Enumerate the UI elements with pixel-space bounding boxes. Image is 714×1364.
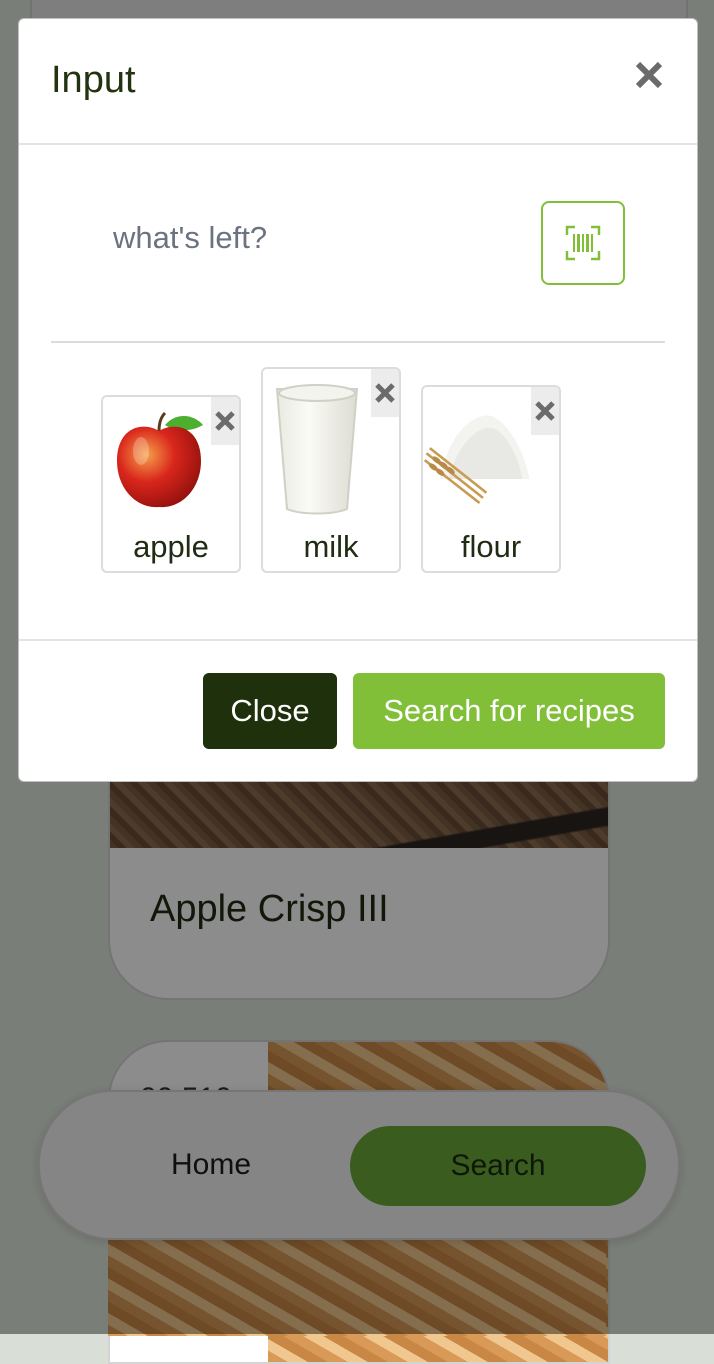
input-modal: Input what's left? apple milk flour Clos… <box>18 18 698 782</box>
ingredient-label: flour <box>460 529 522 564</box>
close-icon <box>215 411 235 431</box>
modal-footer: Close Search for recipes <box>19 639 697 781</box>
search-recipes-button[interactable]: Search for recipes <box>353 673 665 749</box>
ingredient-chip-apple: apple <box>101 395 241 573</box>
close-icon <box>535 401 555 421</box>
apple-image <box>117 411 203 508</box>
ingredient-chip-milk: milk <box>261 367 401 573</box>
remove-flour-button[interactable] <box>531 387 559 435</box>
barcode-scan-button[interactable] <box>541 201 625 285</box>
ingredient-input-row <box>51 143 665 343</box>
remove-apple-button[interactable] <box>211 397 239 445</box>
barcode-scan-icon <box>565 225 601 261</box>
close-button[interactable]: Close <box>203 673 337 749</box>
ingredient-label: milk <box>303 529 359 564</box>
modal-close-button[interactable] <box>629 55 669 95</box>
modal-title: Input <box>51 59 136 101</box>
close-icon <box>635 61 663 89</box>
modal-header: Input <box>19 19 697 145</box>
ingredient-label: apple <box>133 529 209 564</box>
ingredient-chip-flour: flour <box>421 385 561 573</box>
milk-glass-image <box>275 384 359 515</box>
flour-wheat-image <box>423 415 530 505</box>
close-icon <box>375 383 395 403</box>
ingredient-search-input[interactable] <box>111 211 495 265</box>
remove-milk-button[interactable] <box>371 369 399 417</box>
